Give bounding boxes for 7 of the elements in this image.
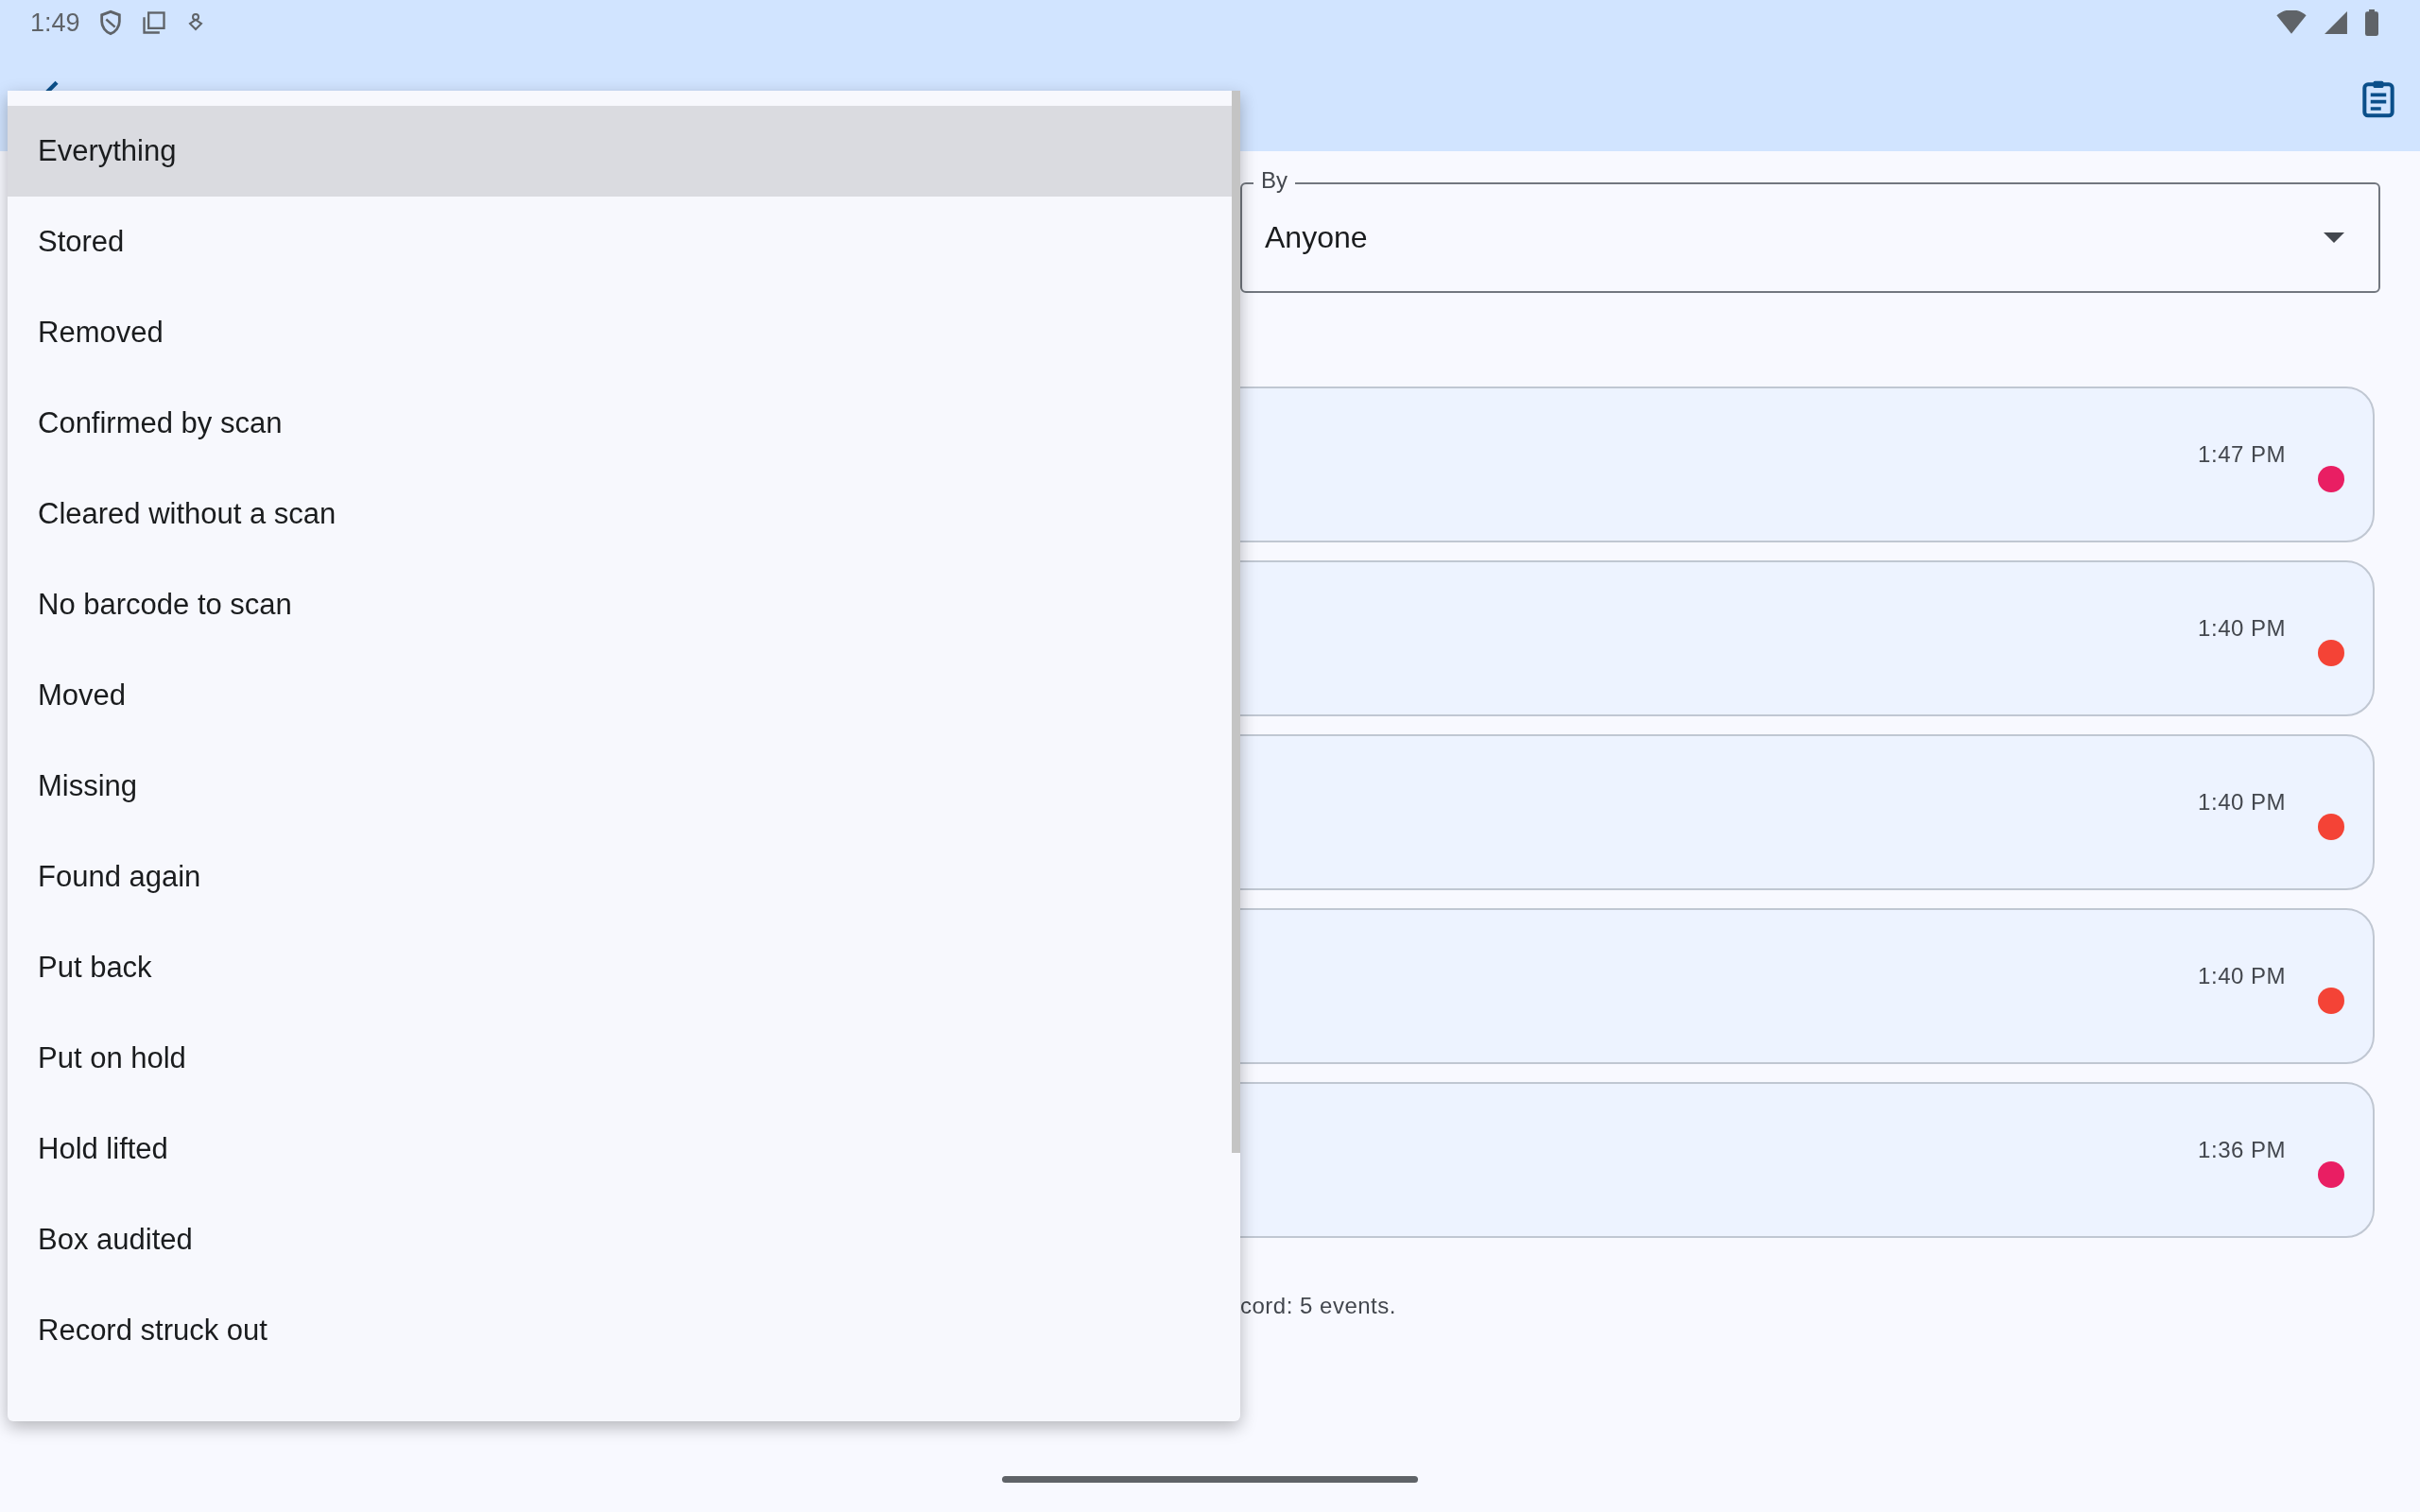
event-time: 1:40 PM (2198, 963, 2286, 989)
event-time: 1:36 PM (2198, 1137, 2286, 1163)
event-time: 1:47 PM (2198, 441, 2286, 468)
event-time: 1:40 PM (2198, 789, 2286, 816)
event-time: 1:40 PM (2198, 615, 2286, 642)
status-time: 1:49 (30, 8, 80, 38)
summary-text: cord: 5 events. (1240, 1293, 1397, 1319)
